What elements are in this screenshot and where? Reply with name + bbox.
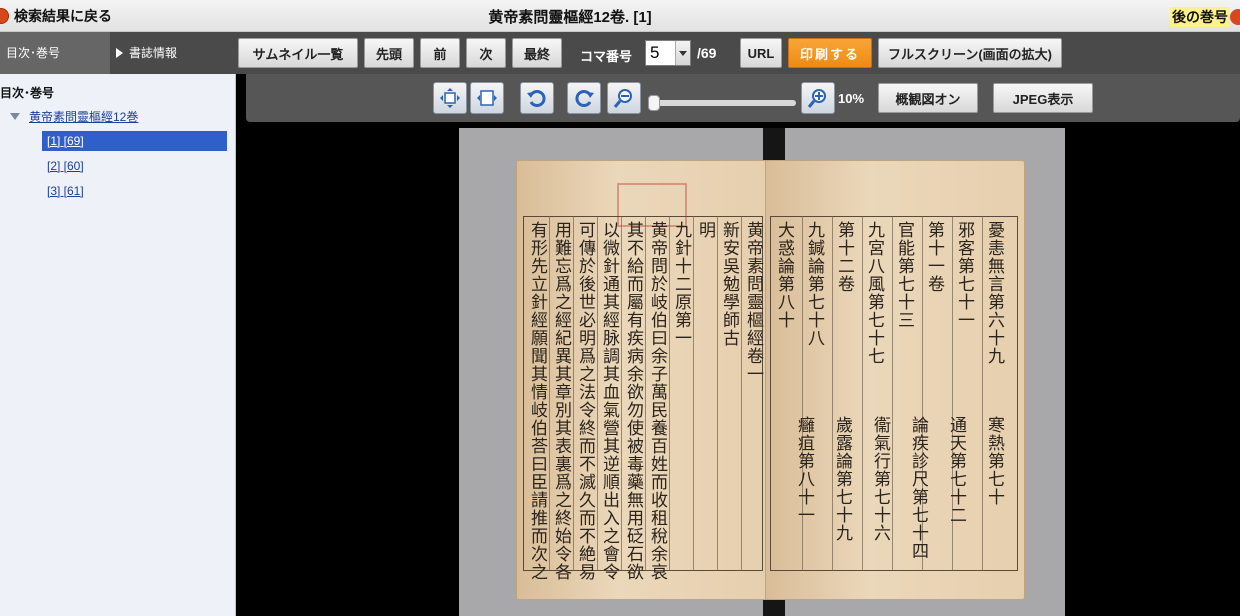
frame-number-value: 5 [650, 43, 660, 62]
page-text-column: 九鍼論第七十八 [804, 221, 824, 347]
zoom-out-icon [613, 89, 632, 108]
page-ruled-line [741, 216, 742, 571]
page-text-column: 邪客第七十一 [954, 221, 974, 329]
page-ruled-line [573, 216, 574, 571]
page-ruled-line [597, 216, 598, 571]
zoom-out-button[interactable] [607, 82, 641, 114]
back-to-results-label: 検索結果に戻る [14, 8, 112, 24]
frame-item-2[interactable]: [2] [60] [42, 156, 227, 176]
page-ruled-line [892, 216, 893, 571]
arrow-right-icon [1230, 9, 1240, 25]
page-ruled-line [621, 216, 622, 571]
print-button[interactable]: 印刷する [788, 38, 872, 68]
title-bar: 検索結果に戻る 黄帝素問靈樞經12卷. [1] 後の巻号 [0, 0, 1240, 32]
frame-number-label: コマ番号 [580, 49, 633, 64]
main-toolbar: 目次･巻号 書誌情報 サムネイル一覧 先頭 前 次 最終 コマ番号 5 /69 … [0, 32, 1240, 74]
frame-total: /69 [697, 45, 717, 61]
page-text-column: 黄帝問於岐伯曰余子萬民養百姓而收租稅余哀 [647, 221, 667, 581]
page-text-column: 有形先立針經願聞其情岐伯荅曰臣請推而次之 [527, 221, 547, 581]
page-text-column-lower: 癰疽第八十一 [794, 416, 814, 524]
thumbnail-list-button[interactable]: サムネイル一覧 [238, 38, 358, 68]
page-text-column: 新安吳勉學師古 [719, 221, 739, 347]
page-text-column: 第十一卷 [924, 221, 944, 293]
page-ruled-line [717, 216, 718, 571]
arrow-left-icon [0, 8, 9, 24]
zoom-slider[interactable] [648, 95, 796, 111]
fullscreen-button[interactable]: フルスクリーン(画面の拡大) [878, 38, 1062, 68]
frame-item-1[interactable]: [1] [69] [42, 131, 227, 151]
page-text-column: 九針十二原第一 [671, 221, 691, 347]
page-text-column: 憂恚無言第六十九 [984, 221, 1004, 365]
jpeg-view-button[interactable]: JPEG表示 [993, 83, 1093, 113]
last-page-button[interactable]: 最終 [512, 38, 562, 68]
right-page: 大惑論第八十 九鍼論第七十八 第十二卷 九宮八風第七十七 官能第七十三 第十一卷 邪客第七十… [765, 160, 1025, 600]
zoom-in-button[interactable] [801, 82, 835, 114]
image-viewer: 10% 概観図オン JPEG表示 有形先立針經願聞其情岐伯荅曰臣請推而次之 用難忘… [236, 74, 1240, 616]
tab-bibliographic-info-label: 書誌情報 [129, 46, 178, 60]
page-ruled-line [549, 216, 550, 571]
prev-page-button[interactable]: 前 [420, 38, 460, 68]
document-title: 黄帝素問靈樞經12卷. [1] [488, 9, 652, 26]
tab-toc[interactable]: 目次･巻号 [0, 32, 110, 74]
rotate-left-button[interactable] [520, 82, 554, 114]
rotate-right-button[interactable] [567, 82, 601, 114]
fit-page-icon [440, 88, 460, 108]
chevron-down-icon [675, 41, 690, 65]
page-text-column-lower: 寒熱第七十 [984, 416, 1004, 506]
frame-item-3[interactable]: [3] [61] [42, 181, 227, 201]
page-text-column: 以微針通其經脉調其血氣營其逆順出入之會令 [599, 221, 619, 581]
rotate-right-icon [575, 90, 594, 107]
page-text-column-lower: 論疾診尺第七十四 [908, 416, 928, 560]
rotate-left-icon [527, 90, 546, 107]
page-ruled-line [862, 216, 863, 571]
viewer-toolbar: 10% 概観図オン JPEG表示 [246, 74, 1240, 122]
next-page-button[interactable]: 次 [466, 38, 506, 68]
next-volume-label: 後の巻号 [1170, 7, 1230, 27]
back-to-results-link[interactable]: 検索結果に戻る [0, 5, 112, 27]
volume-link[interactable]: 黄帝素問靈樞經12巻 [29, 108, 138, 125]
page-text-column: 用難忘爲之經紀異其章別其表裏爲之終始令各 [551, 221, 571, 581]
page-text-column-lower: 衞氣行第七十六 [870, 416, 890, 542]
fit-width-button[interactable] [470, 82, 504, 114]
zoom-slider-knob[interactable] [648, 95, 660, 111]
zoom-in-icon [807, 89, 826, 108]
page-text-column-lower: 歲露論第七十九 [832, 416, 852, 542]
page-ruled-line [645, 216, 646, 571]
page-ruled-line [982, 216, 983, 571]
left-page: 有形先立針經願聞其情岐伯荅曰臣請推而次之 用難忘爲之經紀異其章別其表裏爲之終始令各… [516, 160, 768, 600]
page-text-column-lower: 通天第七十二 [946, 416, 966, 524]
overview-toggle-button[interactable]: 概観図オン [878, 83, 978, 113]
tab-bibliographic-info[interactable]: 書誌情報 [110, 32, 232, 74]
page-text-column: 九宮八風第七十七 [864, 221, 884, 365]
page-text-column: 大惑論第八十 [774, 221, 794, 329]
page-text-column: 可傳於後世必明爲之法令終而不滅久而不絶易 [575, 221, 595, 581]
sidebar: 目次･巻号 黄帝素問靈樞經12巻 [1] [69] [2] [60] [3] [… [0, 74, 236, 616]
fit-page-button[interactable] [433, 82, 467, 114]
toc-heading: 目次･巻号 [0, 86, 55, 100]
page-ruled-line [669, 216, 670, 571]
zoom-level: 10% [838, 91, 865, 106]
first-page-button[interactable]: 先頭 [364, 38, 414, 68]
triangle-down-icon[interactable] [10, 113, 20, 120]
page-text-column: 黄帝素問靈樞經卷一 [743, 221, 763, 383]
frame-number-select[interactable]: 5 [645, 40, 691, 66]
fit-width-icon [477, 90, 497, 106]
next-volume-link[interactable]: 後の巻号 [1170, 7, 1240, 27]
page-text-column: 第十二卷 [834, 221, 854, 293]
page-text-column: 明 [695, 221, 715, 239]
page-ruled-line [693, 216, 694, 571]
page-text-column: 官能第七十三 [894, 221, 914, 329]
page-text-column: 其不給而屬有疾病余欲勿使被毒藥無用砭石欲 [623, 221, 643, 581]
url-button[interactable]: URL [740, 38, 782, 68]
triangle-right-icon [116, 48, 123, 58]
volume-tree-item[interactable]: 黄帝素問靈樞經12巻 [10, 108, 138, 125]
scanned-page-image[interactable]: 有形先立針經願聞其情岐伯荅曰臣請推而次之 用難忘爲之經紀異其章別其表裏爲之終始令各… [459, 128, 1065, 616]
